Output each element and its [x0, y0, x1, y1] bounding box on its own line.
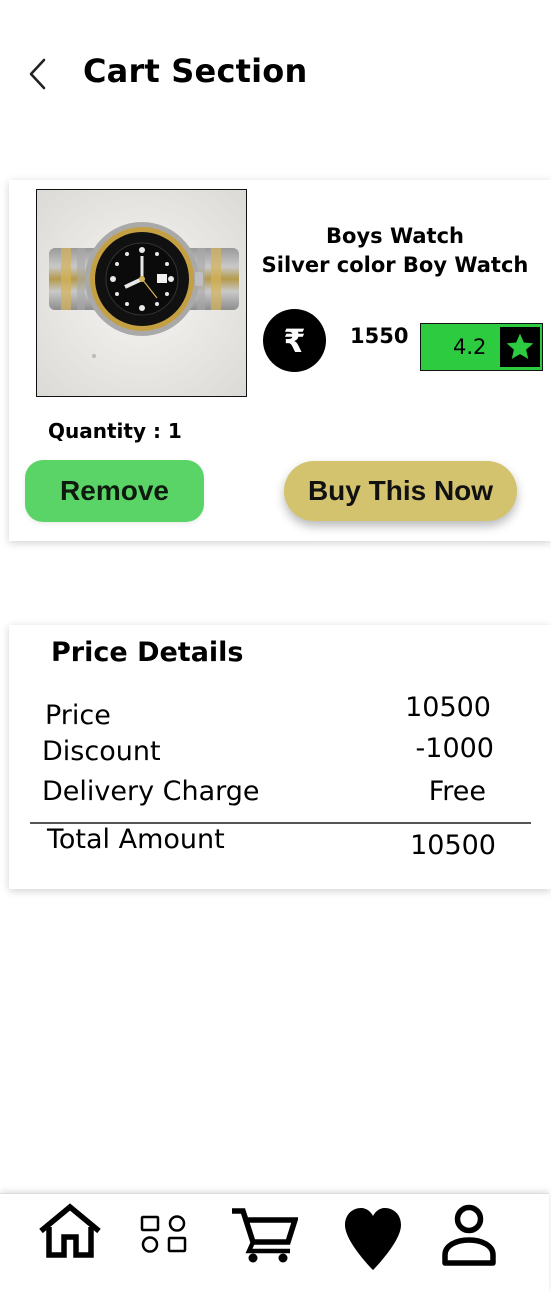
- nav-wishlist[interactable]: [343, 1206, 403, 1276]
- product-title: Boys Watch: [326, 224, 464, 248]
- bottom-navigation: [0, 1193, 549, 1291]
- nav-home[interactable]: [37, 1203, 103, 1263]
- total-amount-label: Total Amount: [47, 824, 225, 855]
- nav-cart[interactable]: [230, 1206, 299, 1268]
- buy-now-button[interactable]: Buy This Now: [284, 461, 517, 521]
- product-image[interactable]: [36, 189, 247, 397]
- quantity-label: Quantity : 1: [48, 419, 182, 443]
- total-amount-value: 10500: [410, 830, 496, 861]
- cart-icon: [232, 1208, 299, 1263]
- watch-image: [37, 190, 246, 396]
- product-name: Boys Watch Silver color Boy Watch: [259, 222, 531, 280]
- price-details-card: Price Details Price 10500 Discount -1000…: [9, 625, 551, 889]
- discount-value: -1000: [415, 733, 494, 764]
- page-title: Cart Section: [83, 52, 308, 90]
- categories-icon: [140, 1215, 187, 1253]
- delivery-charge-label: Delivery Charge: [42, 776, 260, 807]
- cart-item-card: Boys Watch Silver color Boy Watch ₹ 1550…: [9, 180, 551, 541]
- star-icon: [500, 327, 540, 367]
- price-details-title: Price Details: [51, 637, 244, 668]
- rupee-icon: ₹: [263, 309, 326, 372]
- remove-button[interactable]: Remove: [25, 460, 204, 522]
- back-button[interactable]: [20, 56, 56, 92]
- home-icon: [39, 1203, 101, 1258]
- nav-profile[interactable]: [441, 1203, 497, 1271]
- chevron-left-icon: [29, 58, 46, 90]
- product-price: 1550: [350, 324, 409, 348]
- wishlist-heart-icon: [345, 1208, 401, 1270]
- delivery-charge-value: Free: [428, 776, 486, 807]
- profile-icon: [442, 1204, 496, 1266]
- cart-page: Cart Section Boys Watch Silver color Boy…: [0, 0, 551, 1291]
- discount-label: Discount: [42, 736, 161, 767]
- rating-value: 4.2: [453, 335, 487, 359]
- price-value: 10500: [405, 692, 491, 723]
- nav-categories[interactable]: [139, 1214, 189, 1258]
- rating-badge: 4.2: [420, 323, 543, 371]
- product-subtitle: Silver color Boy Watch: [261, 253, 529, 277]
- price-label: Price: [45, 700, 111, 731]
